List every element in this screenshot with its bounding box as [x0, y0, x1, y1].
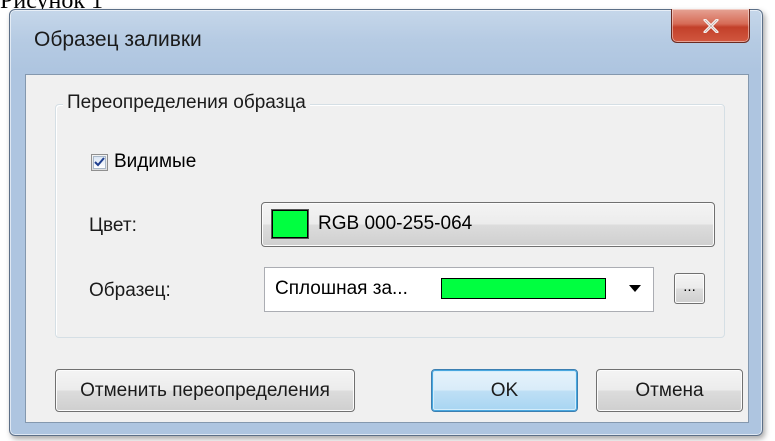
visible-checkbox-label: Видимые — [114, 151, 197, 172]
pattern-value: Сплошная за... — [275, 278, 408, 299]
color-value: RGB 000-255-064 — [318, 213, 473, 234]
reset-overrides-button[interactable]: Отменить переопределения — [55, 369, 355, 412]
color-picker-button[interactable]: RGB 000-255-064 — [261, 202, 715, 247]
dropdown-arrow-icon[interactable] — [629, 285, 641, 292]
overrides-group-label: Переопределения образца — [63, 92, 310, 114]
pattern-more-button[interactable]: ... — [674, 273, 705, 304]
close-button[interactable] — [671, 9, 750, 43]
dialog-client-area: Переопределения образца Видимые Цвет: RG… — [25, 74, 749, 423]
checkmark-icon — [94, 157, 105, 167]
pattern-dropdown[interactable]: Сплошная за... — [264, 267, 654, 312]
pattern-label: Образец: — [89, 280, 171, 301]
window-title: Образец заливки — [34, 28, 202, 51]
cancel-button[interactable]: Отмена — [596, 369, 743, 412]
title-bar: Образец заливки — [10, 9, 762, 74]
pattern-swatch — [441, 278, 606, 299]
close-icon — [703, 18, 718, 33]
visible-checkbox[interactable] — [91, 153, 108, 171]
checkbox-box — [93, 155, 106, 169]
color-label: Цвет: — [89, 215, 137, 236]
color-swatch — [271, 209, 309, 239]
ok-button[interactable]: OK — [431, 369, 578, 412]
fill-pattern-dialog: Образец заливки Переопределения образца … — [9, 9, 763, 436]
visible-checkbox-row[interactable]: Видимые — [91, 151, 196, 173]
